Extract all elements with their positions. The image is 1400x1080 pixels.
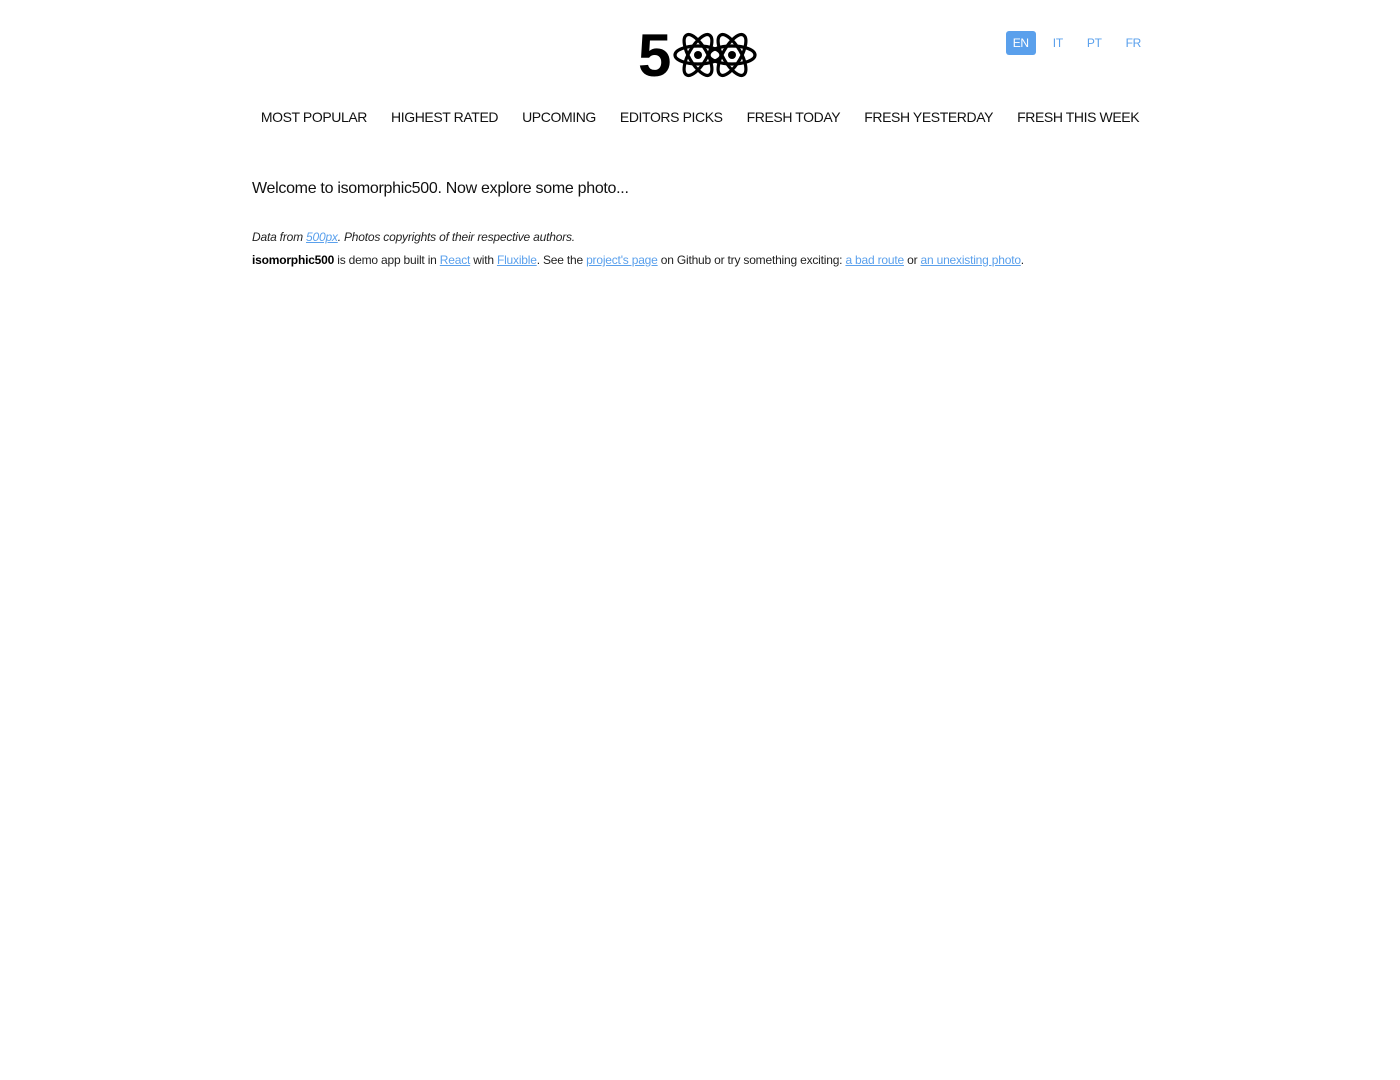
about-text-2: with <box>470 253 497 267</box>
welcome-message: Welcome to isomorphic500. Now explore so… <box>252 180 629 197</box>
feature-nav: MOST POPULAR HIGHEST RATED UPCOMING EDIT… <box>252 108 1148 126</box>
nav-fresh-this-week[interactable]: FRESH THIS WEEK <box>1017 108 1139 126</box>
about-text-4: on Github or try something exciting: <box>657 253 846 267</box>
unexisting-photo-link[interactable]: an unexisting photo <box>921 253 1021 267</box>
lang-en-button[interactable]: EN <box>1005 31 1036 55</box>
nav-upcoming[interactable]: UPCOMING <box>522 108 596 126</box>
fluxible-link[interactable]: Fluxible <box>497 253 537 267</box>
bad-route-link[interactable]: a bad route <box>845 253 904 267</box>
about-text-6: . <box>1020 253 1024 267</box>
credits-suffix: . Photos copyrights of their respective … <box>337 230 575 244</box>
lang-fr-button[interactable]: FR <box>1119 31 1148 55</box>
about-text: isomorphic500 is demo app built in React… <box>252 252 1024 268</box>
nav-fresh-today[interactable]: FRESH TODAY <box>747 108 841 126</box>
lang-pt-button[interactable]: PT <box>1080 31 1109 55</box>
site-logo[interactable]: 5 <box>638 26 762 84</box>
500px-link[interactable]: 500px <box>306 230 338 244</box>
react-atom-icon-left <box>673 32 723 78</box>
project-page-link[interactable]: project's page <box>586 253 658 267</box>
logo-digit-five: 5 <box>638 26 671 84</box>
credits-prefix: Data from <box>252 230 307 244</box>
nav-fresh-yesterday[interactable]: FRESH YESTERDAY <box>864 108 993 126</box>
page: 5 EN IT PT FR MOST POPULAR HIGHEST RATED… <box>252 0 1148 1080</box>
nav-editors-picks[interactable]: EDITORS PICKS <box>620 108 723 126</box>
app-name: isomorphic500 <box>252 253 335 267</box>
about-text-3: . See the <box>536 253 587 267</box>
nav-highest-rated[interactable]: HIGHEST RATED <box>391 108 498 126</box>
language-switcher: EN IT PT FR <box>1005 31 1148 55</box>
nav-most-popular[interactable]: MOST POPULAR <box>261 108 368 126</box>
react-atom-icon-right <box>707 32 757 78</box>
lang-it-button[interactable]: IT <box>1046 31 1070 55</box>
react-link[interactable]: React <box>440 253 471 267</box>
about-text-5: or <box>903 253 921 267</box>
about-text-1: is demo app built in <box>334 253 440 267</box>
data-credits: Data from 500px. Photos copyrights of th… <box>252 229 575 245</box>
